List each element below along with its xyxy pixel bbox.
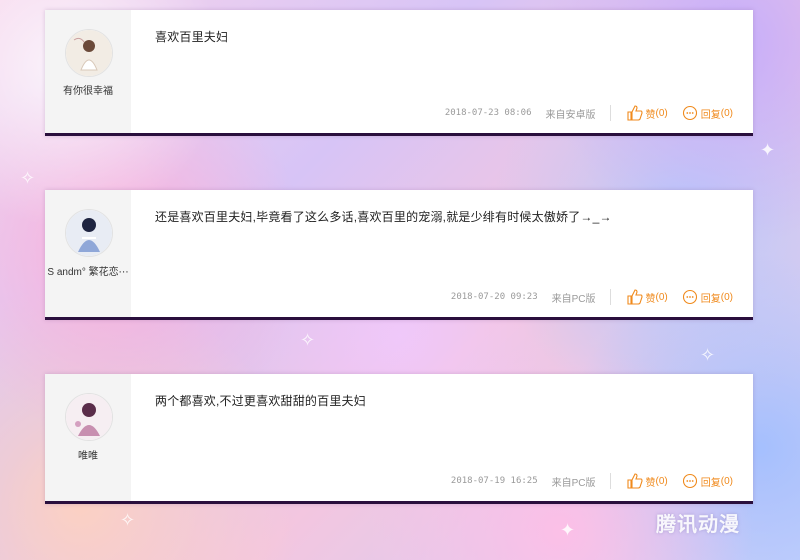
like-label: 赞 (645, 109, 656, 121)
comment-text: 还是喜欢百里夫妇,毕竟看了这么多话,喜欢百里的宠溺,就是少绯有时候太傲娇了→_→ (155, 210, 612, 224)
thumbs-up-icon (626, 473, 643, 489)
comment-footer: 2018-07-23 08:06 来自安卓版 赞 (0) 回复 (0) (445, 105, 733, 121)
avatar[interactable] (65, 209, 113, 257)
thumbs-up-icon (626, 105, 643, 121)
avatar[interactable] (65, 29, 113, 77)
divider (609, 473, 611, 489)
like-label: 赞 (645, 293, 656, 305)
reply-label: 回复 (700, 477, 721, 489)
reply-count: (0) (720, 475, 733, 487)
comment-text: 喜欢百里夫妇 (155, 30, 229, 44)
comment-source: 来自PC版 (551, 477, 596, 489)
reply-count: (0) (720, 107, 733, 119)
comment-card: 有你很幸福 喜欢百里夫妇 2018-07-23 08:06 来自安卓版 赞 (0)… (45, 10, 753, 136)
reply-label: 回复 (700, 109, 721, 121)
comment-text: 两个都喜欢,不过更喜欢甜甜的百里夫妇 (155, 394, 366, 408)
chat-bubble-icon (682, 289, 697, 305)
like-button[interactable]: 赞 (0) (626, 105, 668, 121)
comment-source: 来自安卓版 (545, 109, 596, 121)
comment-footer: 2018-07-20 09:23 来自PC版 赞 (0) 回复 (0) (451, 289, 733, 305)
like-button[interactable]: 赞 (0) (626, 289, 668, 305)
reply-label: 回复 (700, 293, 721, 305)
comment-source: 来自PC版 (551, 293, 596, 305)
reply-button[interactable]: 回复 (0) (682, 289, 733, 305)
chat-bubble-icon (682, 473, 697, 489)
like-count: (0) (655, 475, 668, 487)
divider (609, 105, 611, 121)
nickname[interactable]: 唯唯 (45, 447, 131, 462)
comment-card: S andm° 繁花恋⋯ 还是喜欢百里夫妇,毕竟看了这么多话,喜欢百里的宠溺,就… (45, 190, 753, 320)
like-button[interactable]: 赞 (0) (626, 473, 668, 489)
like-count: (0) (655, 107, 668, 119)
reply-button[interactable]: 回复 (0) (682, 473, 733, 489)
thumbs-up-icon (626, 289, 643, 305)
avatar[interactable] (65, 393, 113, 441)
nickname[interactable]: 有你很幸福 (45, 82, 131, 97)
comment-date: 2018-07-19 16:25 (450, 476, 538, 486)
like-count: (0) (655, 291, 668, 303)
chat-bubble-icon (682, 105, 697, 121)
reply-button[interactable]: 回复 (0) (682, 105, 733, 121)
comment-date: 2018-07-20 09:23 (450, 292, 538, 302)
comment-date: 2018-07-23 08:06 (444, 108, 532, 118)
nickname[interactable]: S andm° 繁花恋⋯ (45, 263, 131, 278)
like-label: 赞 (645, 477, 656, 489)
divider (609, 289, 611, 305)
watermark-logo: 腾讯动漫 (656, 512, 740, 536)
reply-count: (0) (720, 291, 733, 303)
comment-footer: 2018-07-19 16:25 来自PC版 赞 (0) 回复 (0) (451, 473, 733, 489)
comment-card: 唯唯 两个都喜欢,不过更喜欢甜甜的百里夫妇 2018-07-19 16:25 来… (45, 374, 753, 504)
